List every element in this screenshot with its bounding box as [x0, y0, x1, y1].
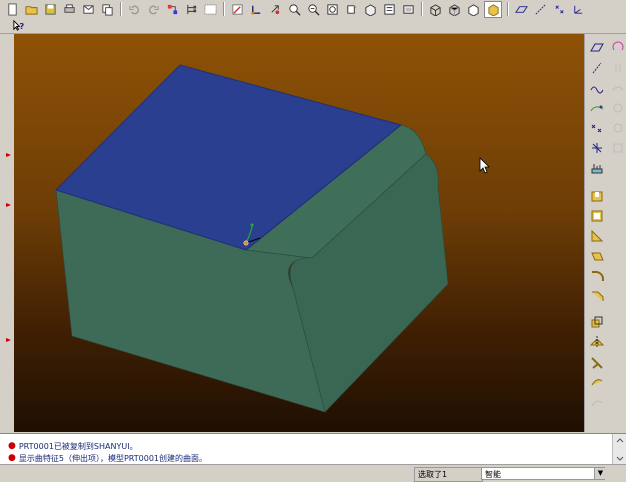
- saved-views-icon[interactable]: [381, 2, 397, 17]
- regenerate-icon[interactable]: [164, 2, 180, 17]
- print-icon[interactable]: [61, 2, 77, 17]
- undo-icon[interactable]: [126, 2, 142, 17]
- splitter-marker: [6, 199, 11, 207]
- hidden-line-icon[interactable]: [446, 2, 462, 17]
- window-icon[interactable]: [202, 2, 218, 17]
- mirror-tool-icon[interactable]: [589, 334, 605, 350]
- datum-curve-tool-icon[interactable]: [589, 80, 605, 96]
- bullet-icon: ●: [8, 453, 16, 463]
- round-tool-icon[interactable]: [589, 268, 605, 284]
- whats-this-help-icon[interactable]: ?: [10, 18, 26, 33]
- bullet-icon: ●: [8, 441, 16, 451]
- copy-feature-icon[interactable]: [589, 314, 605, 330]
- toolbar-row-2: ?: [10, 17, 29, 33]
- toolbar-separator: [421, 2, 423, 16]
- merge-tool-icon[interactable]: [589, 354, 605, 370]
- copy-icon[interactable]: [99, 2, 115, 17]
- datum-points-icon[interactable]: [551, 2, 567, 17]
- disabled-tool-icon: [610, 80, 626, 96]
- selection-count: 选取了1: [414, 467, 483, 482]
- toolbar-separator: [120, 2, 122, 16]
- disabled-tool-icon: [610, 120, 626, 136]
- disabled-tool-icon: [610, 100, 626, 116]
- datum-plane-tool-icon[interactable]: [589, 39, 605, 55]
- hole-tool-icon[interactable]: [589, 188, 605, 204]
- 3d-model: [55, 64, 490, 413]
- rib-tool-icon[interactable]: [589, 228, 605, 244]
- sketched-curve-icon[interactable]: [589, 100, 605, 116]
- email-icon[interactable]: [80, 2, 96, 17]
- chevron-down-icon[interactable]: ▼: [594, 468, 606, 479]
- toolbar-separator: [507, 2, 509, 16]
- layers-icon[interactable]: [400, 2, 416, 17]
- disabled-tool-icon: [610, 140, 626, 156]
- toolbar-separator: [223, 2, 225, 16]
- datum-planes-icon[interactable]: [513, 2, 529, 17]
- wireframe-icon[interactable]: [427, 2, 443, 17]
- model-tree-icon[interactable]: [183, 2, 199, 17]
- message-line: ● 显示曲特征5（伸出项），模型PRT0001创建的曲面。: [8, 452, 207, 464]
- message-area: ● PRT0001已被复制到SHANYUI。 ● 显示曲特征5（伸出项），模型PRT…: [0, 433, 626, 465]
- disabled-tool-icon: [589, 394, 605, 410]
- message-scrollbar[interactable]: [612, 434, 626, 465]
- sketch-datum-icon[interactable]: [610, 39, 626, 55]
- message-line: ● PRT0001已被复制到SHANYUI。: [8, 440, 138, 452]
- shell-tool-icon[interactable]: [589, 208, 605, 224]
- mouse-cursor-icon: [479, 157, 490, 174]
- chamfer-tool-icon[interactable]: [589, 288, 605, 304]
- datum-point-tool-icon[interactable]: [589, 120, 605, 136]
- datum-axes-icon[interactable]: [532, 2, 548, 17]
- csys-tool-icon[interactable]: [589, 140, 605, 156]
- main-toolbar: ?: [0, 0, 626, 34]
- zoom-out-icon[interactable]: [305, 2, 321, 17]
- splitter-marker: [6, 149, 11, 157]
- draft-tool-icon[interactable]: [589, 248, 605, 264]
- open-icon[interactable]: [23, 2, 39, 17]
- svg-text:?: ?: [19, 21, 24, 31]
- selection-filter-dropdown[interactable]: 智能: [481, 467, 605, 480]
- message-text: 显示曲特征5（伸出项），模型PRT0001创建的曲面。: [18, 453, 207, 463]
- toolbar-row-1: [4, 0, 589, 18]
- graphics-viewport[interactable]: [14, 34, 584, 432]
- repaint-icon[interactable]: [343, 2, 359, 17]
- sketch-icon[interactable]: [229, 2, 245, 17]
- spin-icon[interactable]: [267, 2, 283, 17]
- disabled-tool-icon: [610, 60, 626, 76]
- refit-icon[interactable]: [324, 2, 340, 17]
- message-text: PRT0001已被复制到SHANYUI。: [18, 441, 138, 451]
- axis-tip: [250, 223, 254, 227]
- datum-axis-tool-icon[interactable]: [589, 60, 605, 76]
- redo-icon[interactable]: [145, 2, 161, 17]
- selection-point[interactable]: [243, 240, 249, 246]
- datum-display-icon[interactable]: [248, 2, 264, 17]
- left-splitter[interactable]: [0, 34, 14, 432]
- view-orient-icon[interactable]: [362, 2, 378, 17]
- zoom-in-icon[interactable]: [286, 2, 302, 17]
- trim-tool-icon[interactable]: [589, 374, 605, 390]
- feature-toolbar: [584, 34, 626, 432]
- status-bar: 选取了1 智能 ▼: [0, 464, 626, 482]
- splitter-marker: [6, 334, 11, 342]
- csys-icon[interactable]: [570, 2, 586, 17]
- new-icon[interactable]: [4, 2, 20, 17]
- save-icon[interactable]: [42, 2, 58, 17]
- no-hidden-icon[interactable]: [465, 2, 481, 17]
- analysis-tool-icon[interactable]: [589, 160, 605, 176]
- shading-icon[interactable]: [484, 0, 502, 18]
